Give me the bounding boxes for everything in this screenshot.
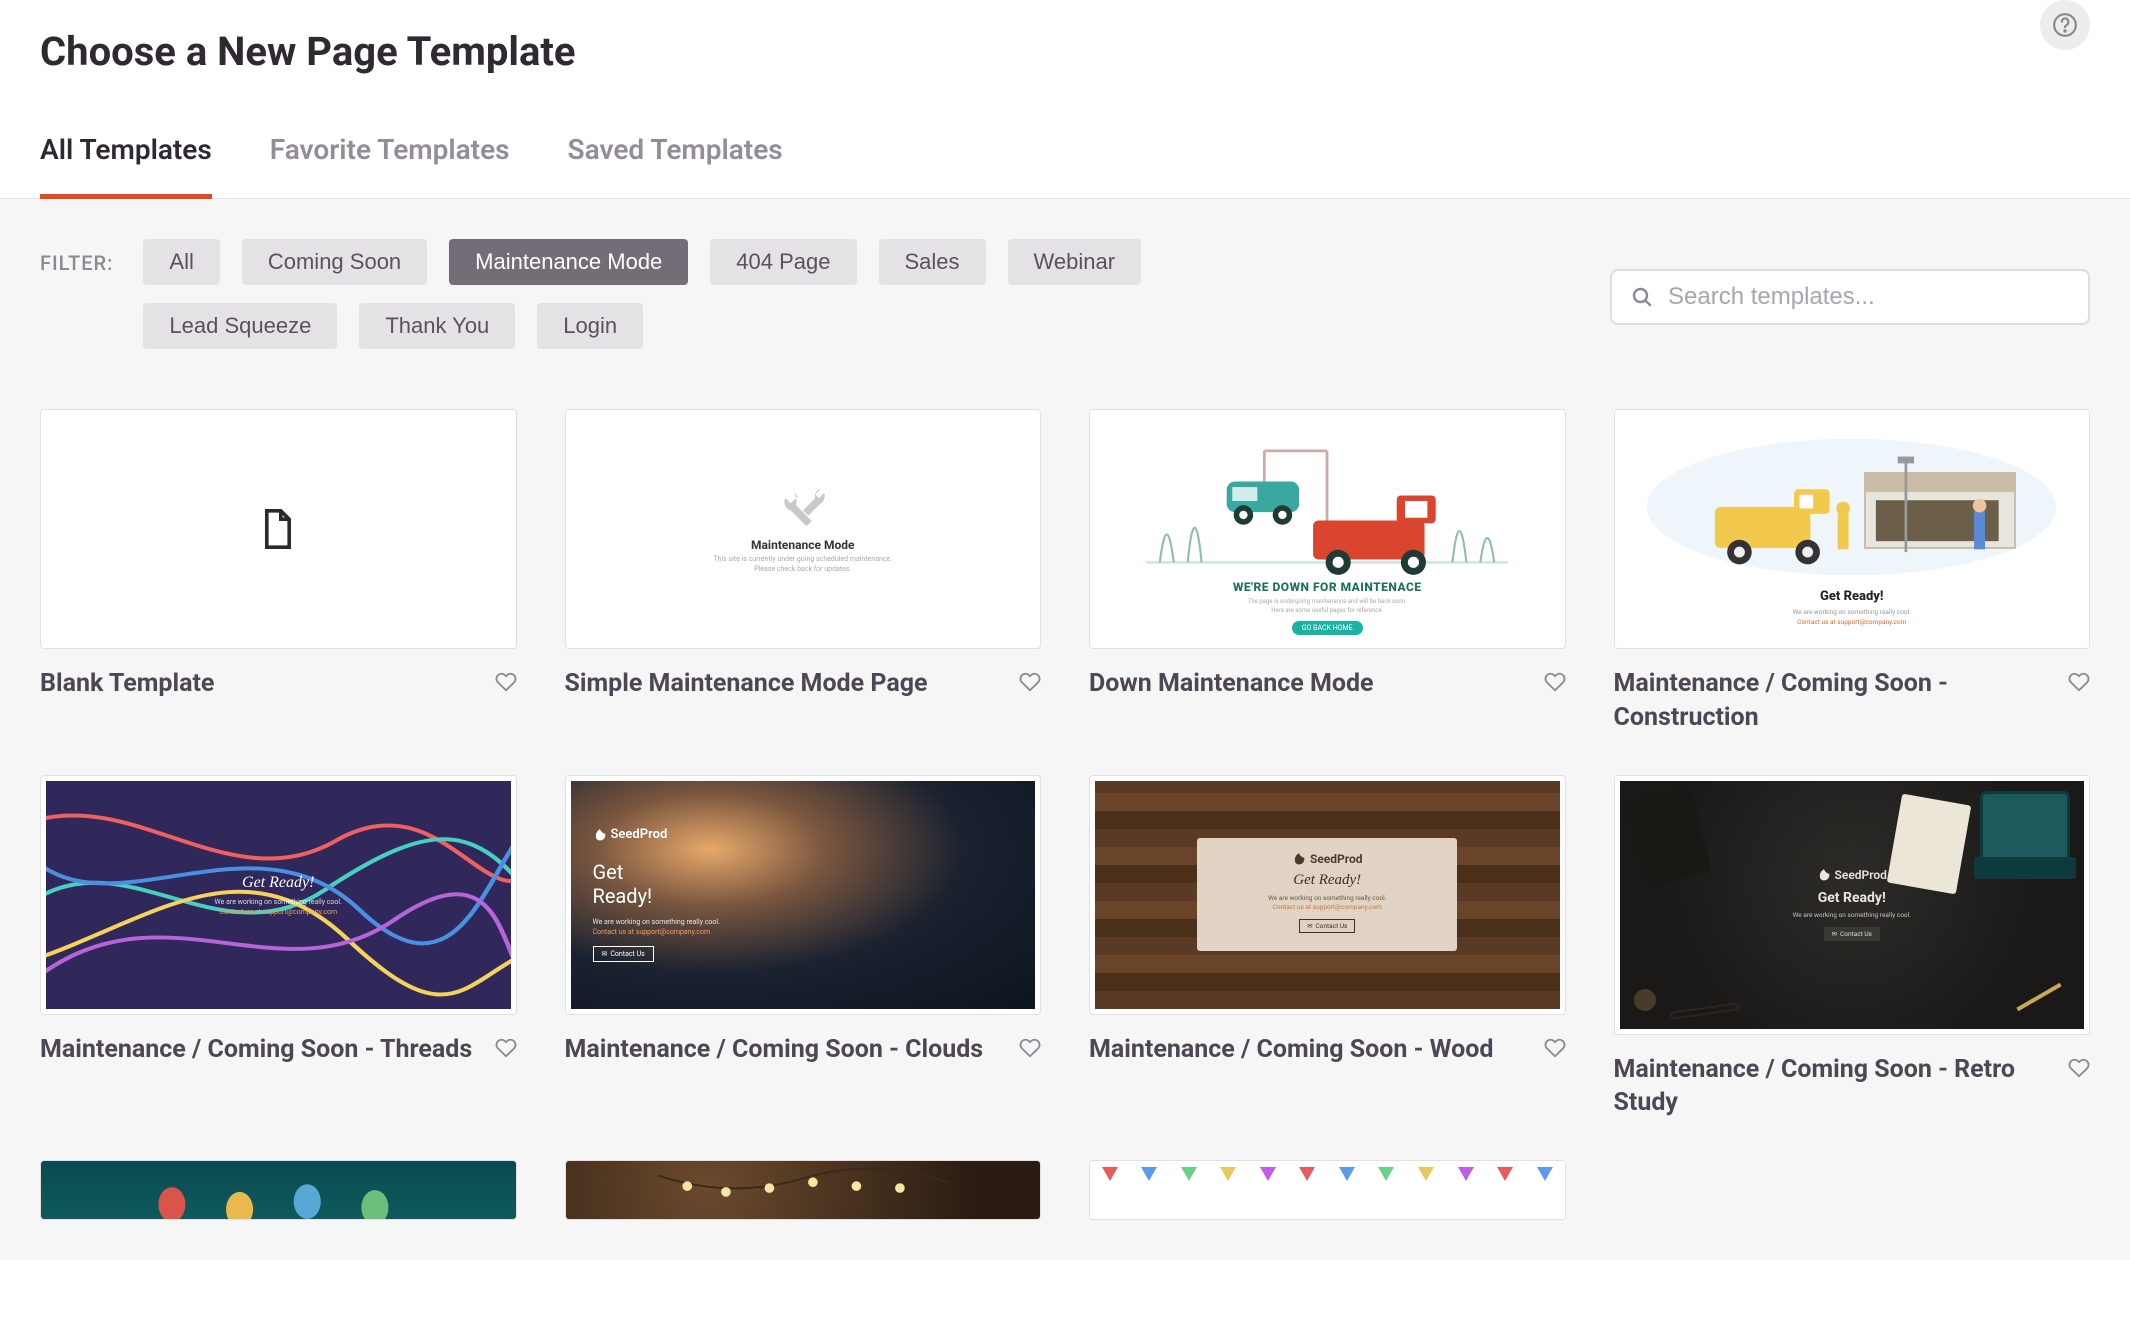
preview-link: Contact us at support@company.com xyxy=(1273,903,1382,911)
filter-chip-coming-soon[interactable]: Coming Soon xyxy=(242,239,427,285)
template-thumbnail-wood[interactable]: SeedProd Get Ready! We are working on so… xyxy=(1089,775,1566,1015)
filter-chip-thank-you[interactable]: Thank You xyxy=(359,303,515,349)
template-thumbnail-partial[interactable] xyxy=(40,1160,517,1220)
filter-chip-404-page[interactable]: 404 Page xyxy=(710,239,856,285)
template-thumbnail-retro-study[interactable]: SeedProd Get Ready! We are working on so… xyxy=(1614,775,2091,1035)
preview-subtext: This site is currently under going sched… xyxy=(713,555,892,573)
preview-subtext: We are working on something really cool. xyxy=(1793,608,1911,616)
leaf-icon xyxy=(1292,852,1306,866)
search-icon xyxy=(1630,285,1654,309)
filter-chip-lead-squeeze[interactable]: Lead Squeeze xyxy=(143,303,337,349)
preview-logo: SeedProd xyxy=(1292,852,1363,866)
filter-chip-login[interactable]: Login xyxy=(537,303,643,349)
help-button[interactable] xyxy=(2040,0,2090,50)
leaf-icon xyxy=(593,828,607,842)
filter-chip-maintenance-mode[interactable]: Maintenance Mode xyxy=(449,239,688,285)
template-thumbnail-down-maintenance[interactable]: WE'RE DOWN FOR MAINTENACE The page is un… xyxy=(1089,409,1566,649)
tab-saved-templates[interactable]: Saved Templates xyxy=(568,133,783,198)
tabs-bar: All Templates Favorite Templates Saved T… xyxy=(0,133,2130,199)
search-box[interactable] xyxy=(1610,269,2090,325)
template-title: Maintenance / Coming Soon - Clouds xyxy=(565,1033,984,1067)
favorite-icon[interactable] xyxy=(1019,1037,1041,1059)
favorite-icon[interactable] xyxy=(495,671,517,693)
template-card xyxy=(1089,1160,1566,1220)
favorite-icon[interactable] xyxy=(2068,671,2090,693)
template-card: WE'RE DOWN FOR MAINTENACE The page is un… xyxy=(1089,409,1566,735)
template-thumbnail-blank[interactable] xyxy=(40,409,517,649)
template-card: Blank Template xyxy=(40,409,517,735)
preview-button: ✉ Contact Us xyxy=(1824,927,1880,941)
bulbs-illustration xyxy=(566,1161,1041,1219)
tools-icon xyxy=(776,484,830,528)
search-input[interactable] xyxy=(1668,283,2070,311)
favorite-icon[interactable] xyxy=(1544,671,1566,693)
tab-favorite-templates[interactable]: Favorite Templates xyxy=(270,133,510,198)
preview-button: GO BACK HOME xyxy=(1292,621,1363,635)
tow-truck-illustration xyxy=(1118,423,1536,576)
blank-page-icon xyxy=(261,508,295,550)
preview-link: Contact us at support@company.com xyxy=(593,928,711,936)
template-thumbnail-simple-maintenance[interactable]: Maintenance Mode This site is currently … xyxy=(565,409,1042,649)
help-icon xyxy=(2052,12,2078,38)
preview-heading: Get Ready! xyxy=(1793,890,1911,906)
template-title: Down Maintenance Mode xyxy=(1089,667,1374,701)
preview-logo: SeedProd xyxy=(593,827,668,842)
favorite-icon[interactable] xyxy=(2068,1057,2090,1079)
template-title: Blank Template xyxy=(40,667,214,701)
balloons-illustration xyxy=(41,1161,516,1219)
preview-button: ✉ Contact Us xyxy=(1299,919,1355,933)
template-thumbnail-partial[interactable] xyxy=(1089,1160,1566,1220)
page-title: Choose a New Page Template xyxy=(40,28,2090,75)
template-thumbnail-threads[interactable]: Get Ready! We are working on something r… xyxy=(40,775,517,1015)
preview-subtext: We are working on something really cool. xyxy=(593,918,720,926)
flags-illustration xyxy=(1090,1167,1565,1181)
preview-link: Contact us at support@company.com xyxy=(1797,618,1906,626)
template-title: Maintenance / Coming Soon - Retro Study xyxy=(1614,1053,2057,1121)
preview-heading: Get Ready! xyxy=(215,874,342,892)
template-title: Simple Maintenance Mode Page xyxy=(565,667,928,701)
template-thumbnail-construction[interactable]: Get Ready! We are working on something r… xyxy=(1614,409,2091,649)
filter-chips: All Coming Soon Maintenance Mode 404 Pag… xyxy=(143,239,1143,349)
preview-logo: SeedProd xyxy=(1793,868,1911,882)
preview-heading: Get Ready! xyxy=(1293,872,1361,889)
filter-chip-webinar[interactable]: Webinar xyxy=(1008,239,1142,285)
preview-button: ✉ Contact Us xyxy=(593,946,654,962)
template-card xyxy=(565,1160,1042,1220)
preview-subtext: We are working on something really cool. xyxy=(1268,894,1386,902)
preview-heading: Maintenance Mode xyxy=(751,538,854,552)
tab-all-templates[interactable]: All Templates xyxy=(40,133,212,198)
template-card xyxy=(40,1160,517,1220)
template-card: Get Ready! We are working on something r… xyxy=(1614,409,2091,735)
filter-label: FILTER: xyxy=(40,239,113,275)
template-thumbnail-clouds[interactable]: SeedProd GetReady! We are working on som… xyxy=(565,775,1042,1015)
template-title: Maintenance / Coming Soon - Construction xyxy=(1614,667,2057,735)
template-card: Get Ready! We are working on something r… xyxy=(40,775,517,1121)
templates-grid: Blank Template Maintenance Mode This sit… xyxy=(40,409,2090,1220)
preview-link: Contact us at support@company.com xyxy=(215,908,342,916)
preview-heading: Get Ready! xyxy=(1820,589,1883,604)
preview-subtext: The page is undergoing maintenance and w… xyxy=(1248,598,1407,615)
leaf-icon xyxy=(1817,868,1831,882)
template-card: SeedProd Get Ready! We are working on so… xyxy=(1089,775,1566,1121)
favorite-icon[interactable] xyxy=(1544,1037,1566,1059)
template-card: SeedProd Get Ready! We are working on so… xyxy=(1614,775,2091,1121)
preview-heading: GetReady! xyxy=(593,860,653,908)
construction-illustration xyxy=(1633,432,2070,582)
filter-chip-all[interactable]: All xyxy=(143,239,219,285)
preview-heading: WE'RE DOWN FOR MAINTENACE xyxy=(1233,580,1422,594)
template-card: Maintenance Mode This site is currently … xyxy=(565,409,1042,735)
template-title: Maintenance / Coming Soon - Wood xyxy=(1089,1033,1493,1067)
template-title: Maintenance / Coming Soon - Threads xyxy=(40,1033,472,1067)
template-card: SeedProd GetReady! We are working on som… xyxy=(565,775,1042,1121)
filter-chip-sales[interactable]: Sales xyxy=(879,239,986,285)
preview-subtext: We are working on something really cool. xyxy=(1793,911,1911,919)
favorite-icon[interactable] xyxy=(1019,671,1041,693)
favorite-icon[interactable] xyxy=(495,1037,517,1059)
preview-subtext: We are working on something really cool. xyxy=(215,898,342,906)
template-thumbnail-partial[interactable] xyxy=(565,1160,1042,1220)
